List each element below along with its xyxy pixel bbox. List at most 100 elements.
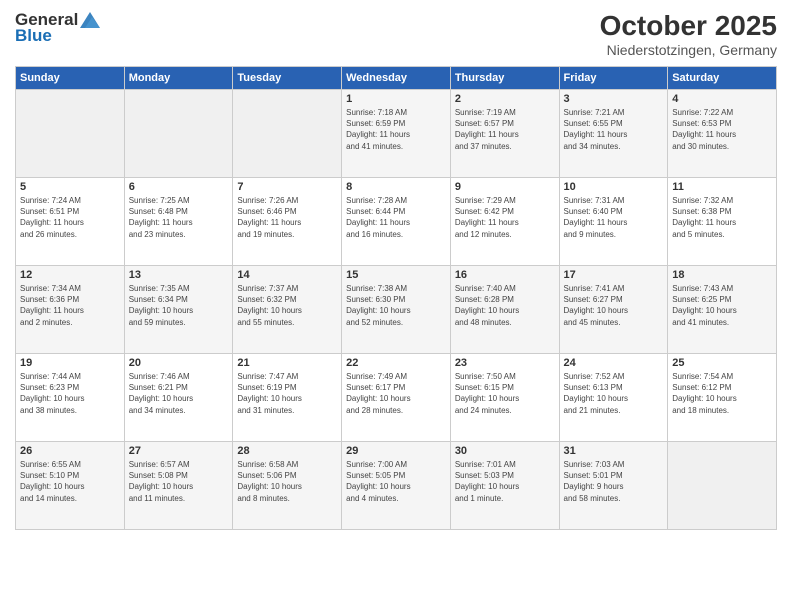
calendar-day-cell: 9 Sunrise: 7:29 AM Sunset: 6:42 PM Daylig… <box>450 178 559 266</box>
day-info: Sunrise: 7:28 AM Sunset: 6:44 PM Dayligh… <box>346 195 446 240</box>
day-info: Sunrise: 7:40 AM Sunset: 6:28 PM Dayligh… <box>455 283 555 328</box>
day-info: Sunrise: 7:38 AM Sunset: 6:30 PM Dayligh… <box>346 283 446 328</box>
day-info: Sunrise: 7:22 AM Sunset: 6:53 PM Dayligh… <box>672 107 772 152</box>
logo: General Blue <box>15 10 100 46</box>
day-number: 29 <box>346 445 446 457</box>
calendar-week-row: 26Sunrise: 6:55 AM Sunset: 5:10 PM Dayli… <box>16 442 777 530</box>
calendar-day-cell: 30 Sunrise: 7:01 AM Sunset: 5:03 PM Dayli… <box>450 442 559 530</box>
day-info: Sunrise: 7:46 AM Sunset: 6:21 PM Dayligh… <box>129 371 229 416</box>
day-info: Sunrise: 7:35 AM Sunset: 6:34 PM Dayligh… <box>129 283 229 328</box>
weekday-header: Sunday <box>16 67 125 90</box>
day-number: 7 <box>237 181 337 193</box>
day-info: Sunrise: 7:44 AM Sunset: 6:23 PM Dayligh… <box>20 371 120 416</box>
weekday-header: Wednesday <box>342 67 451 90</box>
day-number: 16 <box>455 269 555 281</box>
calendar-day-cell: 15 Sunrise: 7:38 AM Sunset: 6:30 PM Dayli… <box>342 266 451 354</box>
day-info: Sunrise: 7:41 AM Sunset: 6:27 PM Dayligh… <box>564 283 664 328</box>
calendar-day-cell <box>124 90 233 178</box>
day-info: Sunrise: 7:47 AM Sunset: 6:19 PM Dayligh… <box>237 371 337 416</box>
calendar-day-cell: 4 Sunrise: 7:22 AM Sunset: 6:53 PM Daylig… <box>668 90 777 178</box>
day-info: Sunrise: 7:18 AM Sunset: 6:59 PM Dayligh… <box>346 107 446 152</box>
calendar-day-cell: 26Sunrise: 6:55 AM Sunset: 5:10 PM Dayli… <box>16 442 125 530</box>
day-number: 13 <box>129 269 229 281</box>
day-number: 19 <box>20 357 120 369</box>
calendar-day-cell: 5Sunrise: 7:24 AM Sunset: 6:51 PM Daylig… <box>16 178 125 266</box>
day-number: 17 <box>564 269 664 281</box>
weekday-header: Thursday <box>450 67 559 90</box>
calendar-day-cell: 22 Sunrise: 7:49 AM Sunset: 6:17 PM Dayli… <box>342 354 451 442</box>
calendar-day-cell: 28 Sunrise: 6:58 AM Sunset: 5:06 PM Dayli… <box>233 442 342 530</box>
location: Niederstotzingen, Germany <box>600 42 777 58</box>
weekday-header: Friday <box>559 67 668 90</box>
calendar-day-cell: 20 Sunrise: 7:46 AM Sunset: 6:21 PM Dayli… <box>124 354 233 442</box>
day-info: Sunrise: 7:50 AM Sunset: 6:15 PM Dayligh… <box>455 371 555 416</box>
page-header: General Blue October 2025 Niederstotzing… <box>15 10 777 58</box>
day-number: 21 <box>237 357 337 369</box>
day-info: Sunrise: 7:43 AM Sunset: 6:25 PM Dayligh… <box>672 283 772 328</box>
calendar-day-cell <box>16 90 125 178</box>
day-info: Sunrise: 7:03 AM Sunset: 5:01 PM Dayligh… <box>564 459 664 504</box>
weekday-header: Monday <box>124 67 233 90</box>
day-info: Sunrise: 7:52 AM Sunset: 6:13 PM Dayligh… <box>564 371 664 416</box>
calendar-header-row: SundayMondayTuesdayWednesdayThursdayFrid… <box>16 67 777 90</box>
day-number: 1 <box>346 93 446 105</box>
month-title: October 2025 <box>600 10 777 42</box>
calendar-day-cell: 29 Sunrise: 7:00 AM Sunset: 5:05 PM Dayli… <box>342 442 451 530</box>
calendar-week-row: 1 Sunrise: 7:18 AM Sunset: 6:59 PM Daylig… <box>16 90 777 178</box>
calendar-week-row: 19 Sunrise: 7:44 AM Sunset: 6:23 PM Dayli… <box>16 354 777 442</box>
calendar-day-cell: 31Sunrise: 7:03 AM Sunset: 5:01 PM Dayli… <box>559 442 668 530</box>
day-number: 5 <box>20 181 120 193</box>
calendar-week-row: 12Sunrise: 7:34 AM Sunset: 6:36 PM Dayli… <box>16 266 777 354</box>
logo-blue: Blue <box>15 26 52 46</box>
calendar-day-cell: 16 Sunrise: 7:40 AM Sunset: 6:28 PM Dayli… <box>450 266 559 354</box>
calendar-day-cell: 3 Sunrise: 7:21 AM Sunset: 6:55 PM Daylig… <box>559 90 668 178</box>
day-number: 10 <box>564 181 664 193</box>
day-number: 3 <box>564 93 664 105</box>
calendar-day-cell: 23 Sunrise: 7:50 AM Sunset: 6:15 PM Dayli… <box>450 354 559 442</box>
day-number: 11 <box>672 181 772 193</box>
calendar-day-cell <box>233 90 342 178</box>
day-info: Sunrise: 7:31 AM Sunset: 6:40 PM Dayligh… <box>564 195 664 240</box>
day-info: Sunrise: 6:57 AM Sunset: 5:08 PM Dayligh… <box>129 459 229 504</box>
calendar-day-cell: 1 Sunrise: 7:18 AM Sunset: 6:59 PM Daylig… <box>342 90 451 178</box>
calendar-day-cell: 10 Sunrise: 7:31 AM Sunset: 6:40 PM Dayli… <box>559 178 668 266</box>
day-number: 20 <box>129 357 229 369</box>
day-number: 15 <box>346 269 446 281</box>
day-info: Sunrise: 7:49 AM Sunset: 6:17 PM Dayligh… <box>346 371 446 416</box>
calendar-day-cell: 6Sunrise: 7:25 AM Sunset: 6:48 PM Daylig… <box>124 178 233 266</box>
weekday-header: Saturday <box>668 67 777 90</box>
day-info: Sunrise: 7:21 AM Sunset: 6:55 PM Dayligh… <box>564 107 664 152</box>
day-info: Sunrise: 7:34 AM Sunset: 6:36 PM Dayligh… <box>20 283 120 328</box>
day-info: Sunrise: 7:01 AM Sunset: 5:03 PM Dayligh… <box>455 459 555 504</box>
day-number: 23 <box>455 357 555 369</box>
day-info: Sunrise: 7:32 AM Sunset: 6:38 PM Dayligh… <box>672 195 772 240</box>
calendar-day-cell: 21 Sunrise: 7:47 AM Sunset: 6:19 PM Dayli… <box>233 354 342 442</box>
logo-icon <box>80 12 100 28</box>
day-number: 22 <box>346 357 446 369</box>
calendar-day-cell: 19 Sunrise: 7:44 AM Sunset: 6:23 PM Dayli… <box>16 354 125 442</box>
calendar-day-cell: 13 Sunrise: 7:35 AM Sunset: 6:34 PM Dayli… <box>124 266 233 354</box>
day-number: 27 <box>129 445 229 457</box>
day-number: 25 <box>672 357 772 369</box>
day-number: 28 <box>237 445 337 457</box>
day-number: 30 <box>455 445 555 457</box>
day-number: 2 <box>455 93 555 105</box>
weekday-header: Tuesday <box>233 67 342 90</box>
day-number: 4 <box>672 93 772 105</box>
day-number: 18 <box>672 269 772 281</box>
day-number: 6 <box>129 181 229 193</box>
calendar-day-cell: 2 Sunrise: 7:19 AM Sunset: 6:57 PM Daylig… <box>450 90 559 178</box>
day-info: Sunrise: 7:19 AM Sunset: 6:57 PM Dayligh… <box>455 107 555 152</box>
day-info: Sunrise: 7:00 AM Sunset: 5:05 PM Dayligh… <box>346 459 446 504</box>
calendar-day-cell: 11 Sunrise: 7:32 AM Sunset: 6:38 PM Dayli… <box>668 178 777 266</box>
day-number: 9 <box>455 181 555 193</box>
title-section: October 2025 Niederstotzingen, Germany <box>600 10 777 58</box>
calendar-day-cell: 27 Sunrise: 6:57 AM Sunset: 5:08 PM Dayli… <box>124 442 233 530</box>
day-number: 24 <box>564 357 664 369</box>
calendar-week-row: 5Sunrise: 7:24 AM Sunset: 6:51 PM Daylig… <box>16 178 777 266</box>
day-info: Sunrise: 7:29 AM Sunset: 6:42 PM Dayligh… <box>455 195 555 240</box>
day-info: Sunrise: 7:26 AM Sunset: 6:46 PM Dayligh… <box>237 195 337 240</box>
day-info: Sunrise: 6:58 AM Sunset: 5:06 PM Dayligh… <box>237 459 337 504</box>
calendar-day-cell <box>668 442 777 530</box>
day-number: 26 <box>20 445 120 457</box>
